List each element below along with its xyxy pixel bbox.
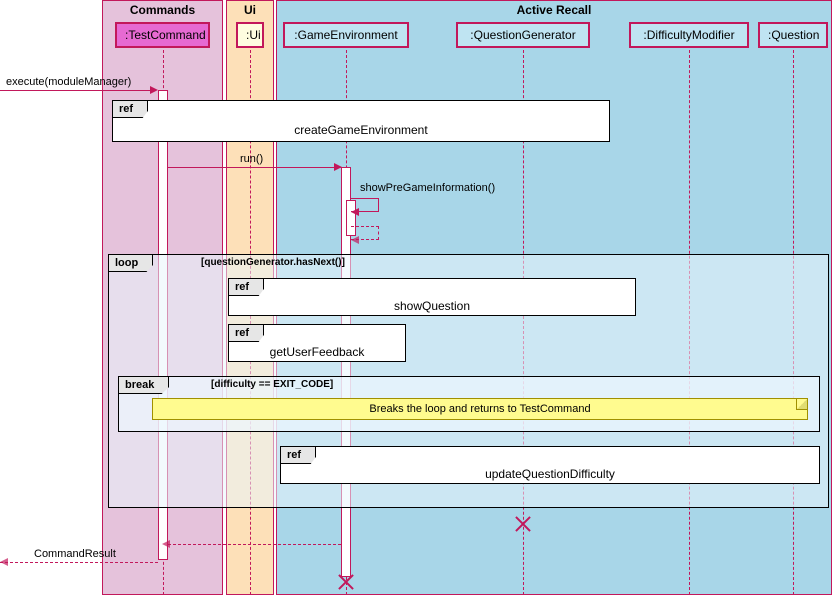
lane-ui-title: Ui — [227, 3, 273, 17]
destroy-question-generator — [515, 516, 531, 532]
arrow-command-result — [0, 562, 158, 563]
ref-get-user-feedback-title: getUserFeedback — [229, 345, 405, 359]
ref-tag-gf: ref — [228, 324, 264, 342]
ref-show-question: ref showQuestion — [228, 278, 636, 316]
lifeline-head-difficulty-modifier: :DifficultyModifier — [629, 22, 749, 48]
arrow-execute-head — [150, 86, 158, 94]
arrow-return-ge-tc — [168, 544, 341, 545]
ref-update-difficulty: ref updateQuestionDifficulty — [280, 446, 820, 484]
self-return-showpregame-head — [351, 236, 359, 244]
sequence-diagram: Commands Ui Active Recall :TestCommand :… — [0, 0, 839, 595]
arrow-command-result-head — [0, 558, 8, 566]
lifeline-head-ui: :Ui — [236, 22, 264, 48]
ref-tag-ud: ref — [280, 446, 316, 464]
label-command-result: CommandResult — [34, 548, 116, 560]
arrow-run — [168, 167, 341, 168]
lane-commands-title: Commands — [103, 3, 222, 17]
lifeline-head-question: :Question — [758, 22, 828, 48]
label-showpregame: showPreGameInformation() — [360, 182, 495, 194]
ref-get-user-feedback: ref getUserFeedback — [228, 324, 406, 362]
destroy-game-environment — [338, 574, 354, 590]
ref-update-difficulty-title: updateQuestionDifficulty — [281, 467, 819, 481]
frame-loop-guard: [questionGenerator.hasNext()] — [201, 257, 345, 268]
arrow-execute — [0, 90, 156, 91]
lifeline-head-test-command: :TestCommand — [115, 22, 210, 48]
label-execute: execute(moduleManager) — [6, 76, 131, 88]
ref-tag: ref — [112, 100, 148, 118]
label-run: run() — [240, 153, 263, 165]
ref-create-game-environment: ref createGameEnvironment — [112, 100, 610, 142]
lane-active-recall-title: Active Recall — [277, 3, 831, 17]
frame-loop-tag: loop — [108, 254, 153, 272]
frame-break-tag: break — [118, 376, 169, 394]
arrow-run-head — [334, 163, 342, 171]
ref-show-question-title: showQuestion — [229, 299, 635, 313]
arrow-return-ge-tc-head — [162, 540, 170, 548]
lifeline-head-game-environment: :GameEnvironment — [283, 22, 409, 48]
ref-tag-sq: ref — [228, 278, 264, 296]
self-call-showpregame-head — [351, 208, 359, 216]
ref-create-env-title: createGameEnvironment — [113, 123, 609, 137]
note-break: Breaks the loop and returns to TestComma… — [152, 398, 808, 420]
frame-break-guard: [difficulty == EXIT_CODE] — [211, 379, 333, 390]
lifeline-head-question-generator: :QuestionGenerator — [456, 22, 590, 48]
